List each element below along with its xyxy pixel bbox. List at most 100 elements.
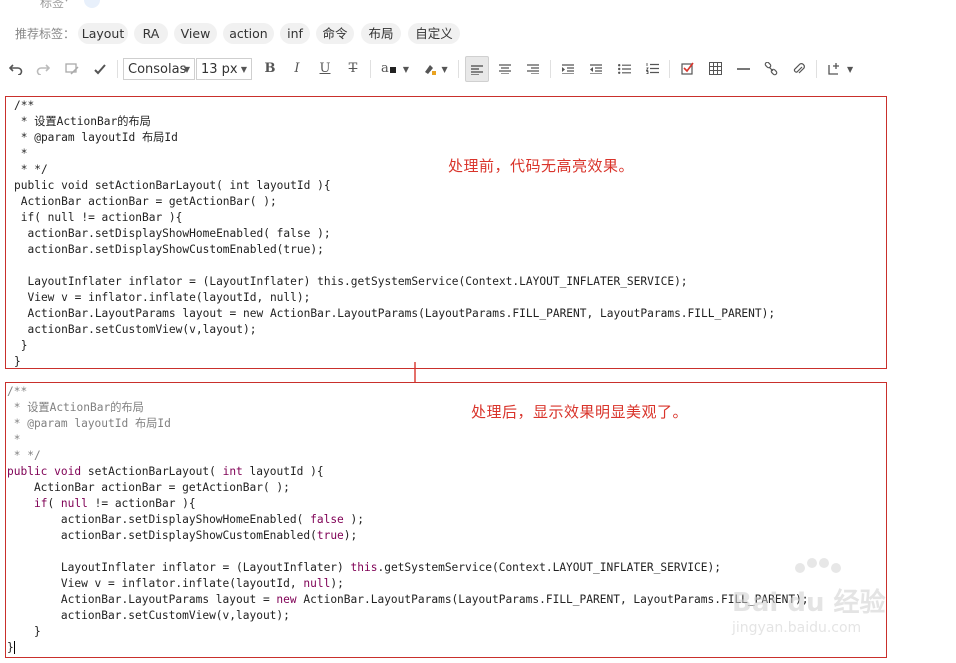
caret-down-icon: ▼	[240, 65, 247, 74]
code-text: }	[7, 625, 41, 638]
code-line: * */	[14, 163, 48, 176]
code-keyword: null	[303, 577, 331, 590]
tag-chip[interactable]: 自定义	[408, 23, 460, 44]
clear-format-icon[interactable]	[61, 55, 83, 83]
code-text: (	[47, 497, 61, 510]
code-comment: * @param layoutId 布局Id	[7, 417, 171, 430]
watermark-brand: Bai du 经验	[732, 588, 886, 618]
code-keyword: public	[7, 465, 48, 478]
align-right-icon[interactable]	[522, 55, 544, 83]
top-label: 标签	[40, 0, 65, 10]
tag-chip[interactable]: action	[223, 23, 274, 44]
numbered-list-icon[interactable]	[641, 55, 663, 83]
code-text: actionBar.setCustomView(v,layout);	[7, 609, 290, 622]
font-family-value: Consolas	[128, 62, 187, 77]
code-line: ActionBar actionBar = getActionBar( );	[14, 195, 277, 208]
code-line: * 设置ActionBar的布局	[14, 115, 151, 128]
undo-icon[interactable]	[6, 55, 26, 83]
tag-chip[interactable]: inf	[280, 23, 310, 44]
code-line: /**	[14, 99, 35, 112]
insert-icon[interactable]: ▼	[823, 55, 857, 83]
code-text: );	[343, 513, 365, 526]
font-color-letter: a	[380, 61, 389, 76]
code-comment: *	[7, 433, 21, 446]
code-text: ActionBar.LayoutParams layout =	[7, 593, 277, 606]
code-block-before[interactable]: /** * 设置ActionBar的布局 * @param layoutId 布…	[5, 96, 887, 369]
code-line: View v = inflator.inflate(layoutId, null…	[14, 291, 311, 304]
code-line: actionBar.setDisplayShowHomeEnabled( fal…	[14, 227, 331, 240]
code-line: actionBar.setCustomView(v,layout);	[14, 323, 257, 336]
align-center-icon[interactable]	[494, 55, 516, 83]
code-text: }	[7, 641, 14, 654]
attachment-icon[interactable]	[788, 55, 810, 83]
watermark: Bai du 经验 jingyan.baidu.com	[728, 558, 928, 650]
code-text: != actionBar ){	[87, 497, 196, 510]
code-line: ActionBar.LayoutParams layout = new Acti…	[14, 307, 776, 320]
code-line: LayoutInflater inflator = (LayoutInflate…	[14, 275, 688, 288]
annotation-after: 处理后，显示效果明显美观了。	[471, 403, 689, 421]
font-size-value: 13 px	[201, 62, 238, 77]
code-keyword: void	[54, 465, 82, 478]
align-left-icon[interactable]	[465, 56, 489, 82]
chevron-down-icon[interactable]: ▾	[64, 0, 69, 5]
info-icon[interactable]	[84, 0, 100, 8]
link-icon[interactable]	[760, 55, 782, 83]
code-line: public void setActionBarLayout( int layo…	[14, 179, 331, 192]
plain-code: /** * 设置ActionBar的布局 * @param layoutId 布…	[14, 98, 775, 370]
code-text: );	[330, 577, 344, 590]
redo-icon[interactable]	[33, 55, 53, 83]
horizontal-rule-icon[interactable]	[732, 55, 754, 83]
code-text: View v = inflator.inflate(layoutId,	[7, 577, 304, 590]
code-comment: * */	[7, 449, 41, 462]
bullet-list-icon[interactable]	[613, 55, 635, 83]
recommended-tags-label: 推荐标签：	[15, 27, 76, 41]
code-comment: * 设置ActionBar的布局	[7, 401, 144, 414]
tag-chip[interactable]: 命令	[316, 23, 354, 44]
code-keyword: int	[222, 465, 243, 478]
outdent-icon[interactable]	[585, 55, 607, 83]
tag-chip[interactable]: 布局	[361, 23, 401, 44]
italic-icon[interactable]: I	[287, 55, 307, 83]
code-line: * @param layoutId 布局Id	[14, 131, 178, 144]
code-keyword: null	[60, 497, 88, 510]
caret-down-icon: ▼	[183, 65, 190, 74]
code-text: );	[343, 529, 358, 542]
code-keyword: if	[33, 497, 48, 510]
code-text: .getSystemService(Context.LAYOUT_INFLATE…	[377, 561, 721, 574]
code-comment: /**	[7, 385, 28, 398]
bold-icon[interactable]: B	[260, 55, 280, 83]
editor-toolbar: Consolas ▼ 13 px ▼ B I U T a ▼ ▼ ▼	[0, 55, 956, 85]
highlight-icon[interactable]: ▼	[418, 55, 452, 83]
font-size-select[interactable]: 13 px ▼	[196, 58, 252, 80]
code-keyword: this	[350, 561, 378, 574]
font-family-select[interactable]: Consolas ▼	[123, 58, 195, 80]
checkbox-icon[interactable]	[676, 55, 698, 83]
tag-chip[interactable]: Layout	[78, 23, 128, 44]
format-painter-icon[interactable]	[89, 55, 111, 83]
code-text: ActionBar actionBar = getActionBar( );	[7, 481, 290, 494]
code-line: if( null != actionBar ){	[14, 211, 183, 224]
highlighted-code: /** * 设置ActionBar的布局 * @param layoutId 布…	[7, 384, 809, 656]
code-line: }	[14, 355, 21, 368]
code-keyword: new	[276, 593, 297, 606]
code-line: *	[14, 147, 28, 160]
tag-chip[interactable]: RA	[134, 23, 168, 44]
code-text: actionBar.setDisplayShowHomeEnabled(	[7, 513, 311, 526]
watermark-url: jingyan.baidu.com	[732, 620, 862, 636]
strikethrough-icon[interactable]: T	[343, 55, 363, 83]
code-keyword: true	[316, 529, 344, 542]
code-line: }	[14, 339, 28, 352]
code-text: actionBar.setDisplayShowCustomEnabled(	[7, 529, 317, 542]
text-cursor	[13, 641, 15, 654]
tag-chip[interactable]: View	[174, 23, 217, 44]
table-icon[interactable]	[704, 55, 726, 83]
code-keyword: false	[310, 513, 344, 526]
code-text: setActionBarLayout(	[81, 465, 223, 478]
indent-icon[interactable]	[557, 55, 579, 83]
code-text: layoutId ){	[242, 465, 324, 478]
code-line: actionBar.setDisplayShowCustomEnabled(tr…	[14, 243, 324, 256]
annotation-before: 处理前，代码无高亮效果。	[448, 157, 635, 175]
font-color-icon[interactable]: a ▼	[378, 55, 412, 83]
underline-icon[interactable]: U	[315, 55, 335, 83]
